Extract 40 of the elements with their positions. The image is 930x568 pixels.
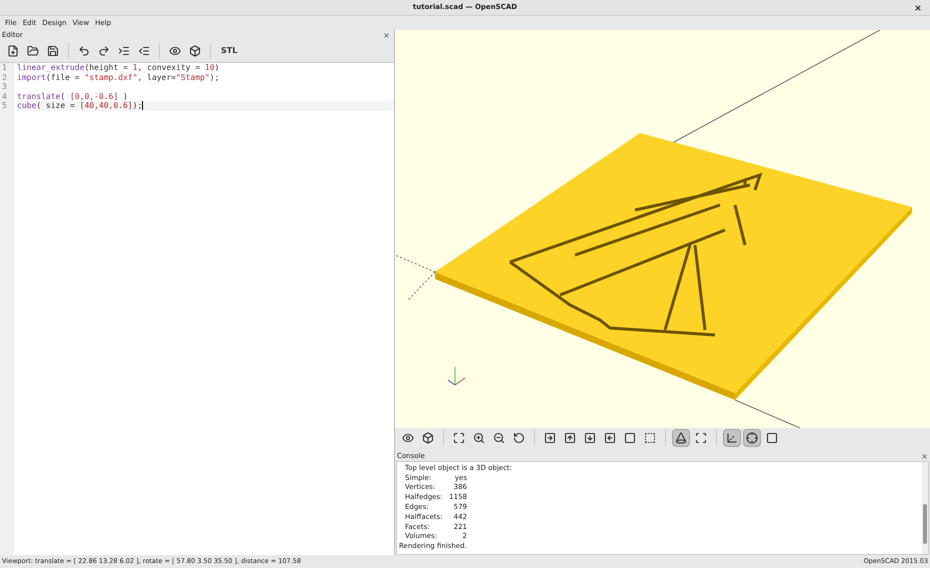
cone-icon	[675, 432, 687, 444]
zoom-in-icon	[473, 432, 485, 444]
code-line[interactable]: import(file = "stamp.dxf", layer="Stamp");	[17, 72, 394, 82]
scrollbar[interactable]	[922, 462, 928, 554]
redo-icon	[98, 45, 110, 57]
eye-icon	[169, 45, 181, 57]
toolbar-button[interactable]	[672, 429, 690, 447]
arrow-down-icon	[584, 432, 596, 444]
new-file-icon	[7, 45, 19, 57]
frame-icon	[453, 432, 465, 444]
arrow-left-icon	[604, 432, 616, 444]
dashed-square-icon	[644, 432, 656, 444]
arrow-right-icon	[544, 432, 556, 444]
eye-icon	[402, 432, 414, 444]
code-line[interactable]: translate( [0,0,-0.6] )	[17, 92, 394, 101]
scan-icon	[695, 432, 707, 444]
unindent-icon	[138, 45, 150, 57]
cube-icon	[189, 45, 201, 57]
rotate-icon	[513, 432, 525, 444]
arrow-up-icon	[564, 432, 576, 444]
export-stl-button[interactable]: STL	[217, 42, 242, 60]
folder-icon	[27, 45, 39, 57]
save-icon	[47, 45, 59, 57]
undo-icon	[78, 45, 90, 57]
crosshair-icon	[746, 432, 758, 444]
indent-icon	[118, 45, 130, 57]
toolbar-button[interactable]	[743, 429, 761, 447]
line-number: 2	[1, 72, 8, 82]
line-number: 5	[1, 101, 8, 110]
code-line[interactable]: linear_extrude(height = 1, convexity = 10)	[17, 63, 394, 72]
zoom-out-icon	[493, 432, 505, 444]
square-icon	[766, 432, 778, 444]
line-number: 4	[1, 92, 8, 101]
close-icon[interactable]	[914, 4, 922, 12]
line-number: 3	[1, 82, 8, 92]
axes-icon	[726, 432, 738, 444]
cube-icon	[422, 432, 434, 444]
square-icon	[624, 432, 636, 444]
line-number: 1	[1, 63, 8, 72]
toolbar-button[interactable]	[723, 429, 741, 447]
